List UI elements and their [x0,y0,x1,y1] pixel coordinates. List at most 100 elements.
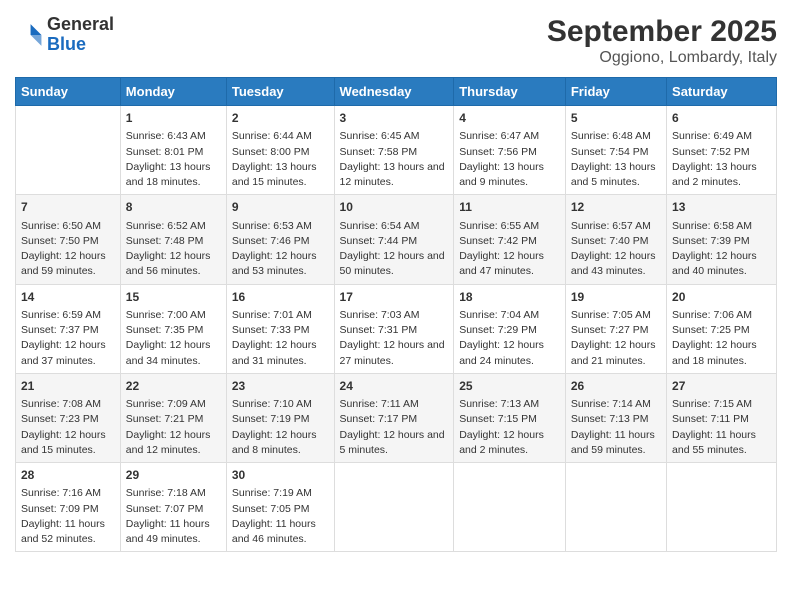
logo: General Blue [15,15,114,55]
calendar-cell: 29 Sunrise: 7:18 AMSunset: 7:07 PMDaylig… [120,463,226,552]
calendar-cell: 14 Sunrise: 6:59 AMSunset: 7:37 PMDaylig… [16,284,121,373]
day-number: 23 [232,378,329,395]
day-number: 11 [459,199,560,216]
calendar-cell: 11 Sunrise: 6:55 AMSunset: 7:42 PMDaylig… [454,195,566,284]
calendar-week-row: 28 Sunrise: 7:16 AMSunset: 7:09 PMDaylig… [16,463,777,552]
calendar-cell: 22 Sunrise: 7:09 AMSunset: 7:21 PMDaylig… [120,373,226,462]
header-cell: Monday [120,78,226,106]
day-number: 25 [459,378,560,395]
day-number: 27 [672,378,771,395]
cell-content: Sunrise: 7:06 AMSunset: 7:25 PMDaylight:… [672,308,771,369]
cell-content: Sunrise: 7:15 AMSunset: 7:11 PMDaylight:… [672,397,771,458]
calendar-cell: 25 Sunrise: 7:13 AMSunset: 7:15 PMDaylig… [454,373,566,462]
header-cell: Friday [565,78,666,106]
cell-content: Sunrise: 6:48 AMSunset: 7:54 PMDaylight:… [571,129,661,190]
day-number: 15 [126,289,221,306]
day-number: 30 [232,467,329,484]
cell-content: Sunrise: 6:54 AMSunset: 7:44 PMDaylight:… [340,219,449,280]
cell-content: Sunrise: 6:49 AMSunset: 7:52 PMDaylight:… [672,129,771,190]
calendar-cell: 10 Sunrise: 6:54 AMSunset: 7:44 PMDaylig… [334,195,454,284]
page-subtitle: Oggiono, Lombardy, Italy [547,49,777,67]
calendar-cell: 24 Sunrise: 7:11 AMSunset: 7:17 PMDaylig… [334,373,454,462]
day-number: 7 [21,199,115,216]
day-number: 9 [232,199,329,216]
calendar-week-row: 1 Sunrise: 6:43 AMSunset: 8:01 PMDayligh… [16,106,777,195]
calendar-cell: 17 Sunrise: 7:03 AMSunset: 7:31 PMDaylig… [334,284,454,373]
calendar-cell: 21 Sunrise: 7:08 AMSunset: 7:23 PMDaylig… [16,373,121,462]
day-number: 20 [672,289,771,306]
calendar-cell [334,463,454,552]
day-number: 2 [232,110,329,127]
calendar-cell: 6 Sunrise: 6:49 AMSunset: 7:52 PMDayligh… [667,106,777,195]
cell-content: Sunrise: 6:50 AMSunset: 7:50 PMDaylight:… [21,219,115,280]
calendar-cell [16,106,121,195]
calendar-cell: 7 Sunrise: 6:50 AMSunset: 7:50 PMDayligh… [16,195,121,284]
logo-line1: General [47,14,114,34]
day-number: 29 [126,467,221,484]
cell-content: Sunrise: 6:45 AMSunset: 7:58 PMDaylight:… [340,129,449,190]
day-number: 5 [571,110,661,127]
cell-content: Sunrise: 7:13 AMSunset: 7:15 PMDaylight:… [459,397,560,458]
header-cell: Wednesday [334,78,454,106]
day-number: 12 [571,199,661,216]
cell-content: Sunrise: 7:05 AMSunset: 7:27 PMDaylight:… [571,308,661,369]
calendar-cell: 23 Sunrise: 7:10 AMSunset: 7:19 PMDaylig… [226,373,334,462]
calendar-cell: 5 Sunrise: 6:48 AMSunset: 7:54 PMDayligh… [565,106,666,195]
calendar-cell: 9 Sunrise: 6:53 AMSunset: 7:46 PMDayligh… [226,195,334,284]
day-number: 17 [340,289,449,306]
header-cell: Sunday [16,78,121,106]
cell-content: Sunrise: 6:53 AMSunset: 7:46 PMDaylight:… [232,219,329,280]
cell-content: Sunrise: 6:55 AMSunset: 7:42 PMDaylight:… [459,219,560,280]
header-row: SundayMondayTuesdayWednesdayThursdayFrid… [16,78,777,106]
page-header: General Blue September 2025 Oggiono, Lom… [15,15,777,67]
header-cell: Thursday [454,78,566,106]
cell-content: Sunrise: 6:59 AMSunset: 7:37 PMDaylight:… [21,308,115,369]
cell-content: Sunrise: 6:57 AMSunset: 7:40 PMDaylight:… [571,219,661,280]
calendar-cell: 28 Sunrise: 7:16 AMSunset: 7:09 PMDaylig… [16,463,121,552]
calendar-cell: 8 Sunrise: 6:52 AMSunset: 7:48 PMDayligh… [120,195,226,284]
day-number: 3 [340,110,449,127]
logo-line2: Blue [47,34,86,54]
cell-content: Sunrise: 6:43 AMSunset: 8:01 PMDaylight:… [126,129,221,190]
calendar-week-row: 21 Sunrise: 7:08 AMSunset: 7:23 PMDaylig… [16,373,777,462]
cell-content: Sunrise: 7:09 AMSunset: 7:21 PMDaylight:… [126,397,221,458]
header-cell: Saturday [667,78,777,106]
day-number: 19 [571,289,661,306]
cell-content: Sunrise: 6:47 AMSunset: 7:56 PMDaylight:… [459,129,560,190]
calendar-cell: 13 Sunrise: 6:58 AMSunset: 7:39 PMDaylig… [667,195,777,284]
cell-content: Sunrise: 7:04 AMSunset: 7:29 PMDaylight:… [459,308,560,369]
header-cell: Tuesday [226,78,334,106]
calendar-cell: 16 Sunrise: 7:01 AMSunset: 7:33 PMDaylig… [226,284,334,373]
cell-content: Sunrise: 7:18 AMSunset: 7:07 PMDaylight:… [126,486,221,547]
day-number: 6 [672,110,771,127]
cell-content: Sunrise: 7:03 AMSunset: 7:31 PMDaylight:… [340,308,449,369]
day-number: 22 [126,378,221,395]
day-number: 24 [340,378,449,395]
title-block: September 2025 Oggiono, Lombardy, Italy [547,15,777,67]
day-number: 1 [126,110,221,127]
calendar-cell: 4 Sunrise: 6:47 AMSunset: 7:56 PMDayligh… [454,106,566,195]
day-number: 4 [459,110,560,127]
calendar-cell: 20 Sunrise: 7:06 AMSunset: 7:25 PMDaylig… [667,284,777,373]
cell-content: Sunrise: 7:11 AMSunset: 7:17 PMDaylight:… [340,397,449,458]
calendar-cell [454,463,566,552]
calendar-cell: 12 Sunrise: 6:57 AMSunset: 7:40 PMDaylig… [565,195,666,284]
calendar-cell: 19 Sunrise: 7:05 AMSunset: 7:27 PMDaylig… [565,284,666,373]
calendar-cell [565,463,666,552]
calendar-cell: 18 Sunrise: 7:04 AMSunset: 7:29 PMDaylig… [454,284,566,373]
cell-content: Sunrise: 7:10 AMSunset: 7:19 PMDaylight:… [232,397,329,458]
day-number: 18 [459,289,560,306]
cell-content: Sunrise: 7:01 AMSunset: 7:33 PMDaylight:… [232,308,329,369]
logo-text: General Blue [47,15,114,55]
calendar-cell: 15 Sunrise: 7:00 AMSunset: 7:35 PMDaylig… [120,284,226,373]
calendar-cell: 2 Sunrise: 6:44 AMSunset: 8:00 PMDayligh… [226,106,334,195]
cell-content: Sunrise: 7:14 AMSunset: 7:13 PMDaylight:… [571,397,661,458]
calendar-week-row: 14 Sunrise: 6:59 AMSunset: 7:37 PMDaylig… [16,284,777,373]
calendar-cell: 27 Sunrise: 7:15 AMSunset: 7:11 PMDaylig… [667,373,777,462]
calendar-cell: 30 Sunrise: 7:19 AMSunset: 7:05 PMDaylig… [226,463,334,552]
cell-content: Sunrise: 6:52 AMSunset: 7:48 PMDaylight:… [126,219,221,280]
day-number: 14 [21,289,115,306]
calendar-cell: 1 Sunrise: 6:43 AMSunset: 8:01 PMDayligh… [120,106,226,195]
cell-content: Sunrise: 7:16 AMSunset: 7:09 PMDaylight:… [21,486,115,547]
day-number: 13 [672,199,771,216]
